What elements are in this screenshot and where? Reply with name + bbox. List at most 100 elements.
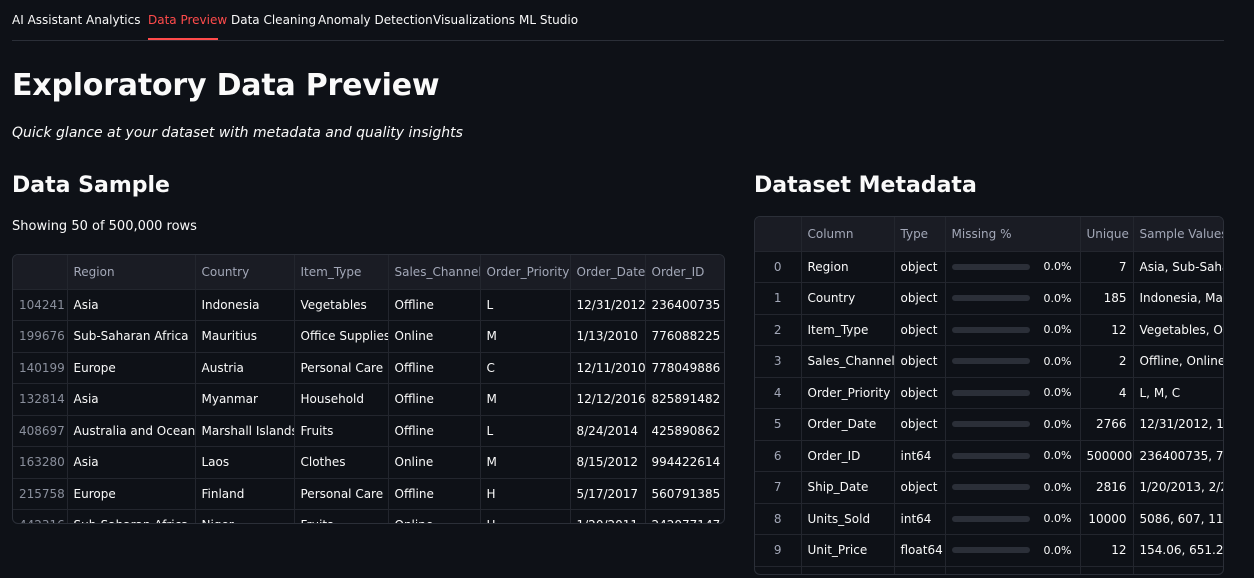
column-header[interactable]: Country — [195, 255, 295, 290]
column-header[interactable]: Order_Date — [570, 255, 646, 290]
row-index: 10 — [755, 566, 802, 574]
missing-progress-bar — [951, 358, 1030, 365]
missing-percent-label: 0.0% — [1043, 354, 1072, 368]
row-index: 9 — [755, 534, 802, 567]
tab-ml-studio[interactable]: ML Studio — [519, 13, 578, 27]
column-header[interactable]: Region — [67, 255, 196, 290]
type-cell: int64 — [894, 440, 946, 472]
missing-progress-bar — [951, 547, 1030, 554]
column-header[interactable] — [13, 255, 68, 290]
column-name-cell: Country — [801, 282, 895, 315]
table-row[interactable]: 7Ship_Dateobject 0.0% 28161/20/2013, 2/24/ — [755, 471, 1223, 504]
unique-count-cell: 185 — [1080, 282, 1134, 315]
table-row[interactable]: 408697 Australia and Oceania Marshall Isla… — [13, 415, 724, 447]
missing-progress-bar — [951, 484, 1030, 491]
missing-progress-cell: 0.0% — [945, 377, 1081, 409]
data-sample-table[interactable]: Region Country Item_Type Sales_Channel O… — [12, 254, 725, 524]
table-row[interactable]: 10Unit_Costfloat64 0.0% 1290.93, 524.96, 6 — [755, 566, 1223, 574]
tab-data-cleaning[interactable]: Data Cleaning — [231, 13, 316, 27]
unique-count-cell: 2816 — [1080, 471, 1134, 504]
table-cell: Online — [388, 509, 481, 523]
column-header[interactable]: Type — [894, 217, 946, 252]
column-header[interactable]: Column — [801, 217, 895, 252]
table-row[interactable]: 2Item_Typeobject 0.0% 12Vegetables, Offi — [755, 314, 1223, 346]
table-cell: L — [480, 415, 571, 447]
sample-values-cell: 1/20/2013, 2/24/ — [1133, 471, 1223, 504]
sample-values-cell: Offline, Online, O — [1133, 345, 1223, 378]
type-cell: object — [894, 251, 946, 283]
column-header[interactable]: Missing % — [945, 217, 1081, 252]
table-header-row: Region Country Item_Type Sales_Channel O… — [13, 255, 724, 290]
table-row[interactable]: 8Units_Soldint64 0.0% 100005086, 607, 1106 — [755, 503, 1223, 535]
table-cell: Online — [388, 320, 481, 353]
tab-bar: AI Assistant Analytics Data Preview Data… — [12, 0, 1224, 41]
missing-percent-label: 0.0% — [1043, 323, 1072, 337]
type-cell: object — [894, 282, 946, 315]
table-row[interactable]: 104241 Asia Indonesia Vegetables Offline L 12/… — [13, 289, 724, 321]
row-index: 132814 — [13, 383, 68, 416]
unique-count-cell: 12 — [1080, 534, 1134, 567]
missing-percent-label: 0.0% — [1043, 386, 1072, 400]
table-row[interactable]: 5Order_Dateobject 0.0% 276612/31/2012, 1/1… — [755, 408, 1223, 441]
table-cell: Offline — [388, 289, 481, 321]
tab-data-preview[interactable]: Data Preview — [148, 13, 227, 27]
table-row[interactable]: 0Regionobject 0.0% 7Asia, Sub-Sahar — [755, 251, 1223, 283]
column-name-cell: Order_Priority — [801, 377, 895, 409]
column-header[interactable]: Sample Values — [1133, 217, 1223, 252]
page-subtitle: Quick glance at your dataset with metada… — [12, 125, 463, 141]
table-row[interactable]: 132814 Asia Myanmar Household Offline M 12/12/… — [13, 383, 724, 416]
tab-analytics[interactable]: Analytics — [86, 13, 141, 27]
table-row[interactable]: 215758 Europe Finland Personal Care Offline H… — [13, 478, 724, 510]
missing-progress-cell: 0.0% — [945, 251, 1081, 283]
sample-values-cell: 5086, 607, 1106 — [1133, 503, 1223, 535]
column-name-cell: Units_Sold — [801, 503, 895, 535]
missing-percent-label: 0.0% — [1043, 291, 1072, 305]
table-row[interactable]: 4 Order_Priority object 0.0% 4 L, M, C — [755, 377, 1223, 409]
column-header[interactable]: Order_Priority — [480, 255, 571, 290]
table-row[interactable]: 140199 Europe Austria Personal Care Offline C… — [13, 352, 724, 384]
column-header[interactable] — [755, 217, 802, 252]
table-cell: Europe — [67, 478, 196, 510]
table-row[interactable]: 442316Sub-Saharan AfricaNigerFruitsOnlin… — [13, 509, 724, 523]
missing-percent-label: 0.0% — [1043, 543, 1072, 557]
table-row[interactable]: 1Countryobject 0.0% 185Indonesia, Maur — [755, 282, 1223, 315]
unique-count-cell: 7 — [1080, 251, 1134, 283]
column-header[interactable]: Sales_Channel — [388, 255, 481, 290]
column-header[interactable]: Order_ID — [645, 255, 724, 290]
table-cell: Austria — [195, 352, 295, 384]
table-cell: Myanmar — [195, 383, 295, 416]
table-row[interactable]: 3Sales_Channelobject 0.0% 2Offline, Online… — [755, 345, 1223, 378]
column-name-cell: Region — [801, 251, 895, 283]
tab-anomaly-detection[interactable]: Anomaly Detection — [318, 13, 433, 27]
table-cell: H — [480, 509, 571, 523]
column-name-cell: Order_ID — [801, 440, 895, 472]
missing-progress-cell: 0.0% — [945, 282, 1081, 315]
missing-progress-bar — [951, 295, 1030, 302]
column-header[interactable]: Item_Type — [294, 255, 389, 290]
table-cell: Laos — [195, 446, 295, 479]
table-cell: Office Supplies — [294, 320, 389, 353]
missing-progress-cell: 0.0% — [945, 534, 1081, 567]
table-row[interactable]: 199676 Sub-Saharan Africa Mauritius Office … — [13, 320, 724, 353]
type-cell: object — [894, 345, 946, 378]
table-cell: Asia — [67, 383, 196, 416]
tab-visualizations[interactable]: Visualizations — [433, 13, 515, 27]
page-title: Exploratory Data Preview — [12, 68, 440, 103]
row-index: 442316 — [13, 509, 68, 523]
table-cell: 994422614 — [645, 446, 724, 479]
table-row[interactable]: 9Unit_Pricefloat64 0.0% 12154.06, 651.21, … — [755, 534, 1223, 567]
sample-values-cell: L, M, C — [1133, 377, 1223, 409]
rows-caption: Showing 50 of 500,000 rows — [12, 219, 197, 234]
type-cell: int64 — [894, 503, 946, 535]
table-row[interactable]: 163280 Asia Laos Clothes Online M 8/15/2012 994… — [13, 446, 724, 479]
column-header[interactable]: Unique — [1080, 217, 1134, 252]
missing-percent-label: 0.0% — [1043, 480, 1072, 494]
table-cell: Offline — [388, 478, 481, 510]
type-cell: object — [894, 377, 946, 409]
missing-progress-bar — [951, 326, 1030, 333]
missing-progress-cell: 0.0% — [945, 345, 1081, 378]
metadata-table[interactable]: Column Type Missing % Unique Sample Valu… — [754, 216, 1224, 575]
tab-ai-assistant[interactable]: AI Assistant — [12, 13, 82, 27]
table-row[interactable]: 6Order_IDint64 0.0% 500000236400735, 7760 — [755, 440, 1223, 472]
unique-count-cell: 12 — [1080, 566, 1134, 574]
